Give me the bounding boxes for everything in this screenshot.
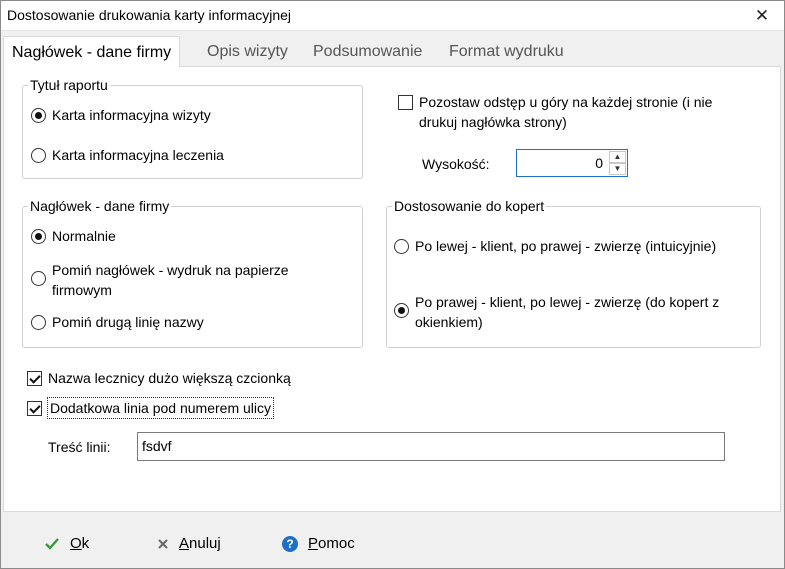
radio-label: Pomiń drugą linię nazwy (52, 314, 204, 330)
close-icon[interactable]: ✕ (752, 6, 772, 26)
spinner-buttons: ▲ ▼ (609, 151, 626, 175)
tab-visit-description[interactable]: Opis wizyty (199, 40, 296, 66)
envelope-legend: Dostosowanie do kopert (392, 198, 547, 214)
cancel-label: Anuluj (179, 535, 221, 552)
checkbox[interactable] (27, 371, 42, 386)
radio-header-skip-second-line[interactable]: Pomiń drugą linię nazwy (31, 312, 204, 332)
report-title-legend: Tytuł raportu (28, 77, 110, 93)
radio-header-normal[interactable]: Normalnie (31, 226, 116, 246)
x-icon (157, 538, 169, 550)
radio-label: Po prawej - klient, po lewej - zwierzę (… (415, 294, 720, 330)
checkbox-label: Dodatkowa linia pod numerem ulicy (47, 397, 274, 419)
radio-report-visit[interactable]: Karta informacyjna wizyty (31, 105, 211, 125)
radio-button[interactable] (31, 271, 46, 286)
radio-button[interactable] (394, 239, 409, 254)
checkbox[interactable] (27, 401, 42, 416)
radio-label: Pomiń nagłówek - wydruk na papierze firm… (52, 262, 289, 298)
tab-summary[interactable]: Podsumowanie (305, 40, 430, 66)
radio-envelope-intuitive[interactable]: Po lewej - klient, po prawej - zwierzę (… (394, 236, 716, 256)
radio-header-skip[interactable]: Pomiń nagłówek - wydruk na papierze firm… (31, 260, 289, 300)
ok-label: Ok (70, 535, 90, 552)
radio-label: Karta informacyjna wizyty (52, 107, 211, 123)
dialog-footer: Ok Anuluj ? Pomoc (0, 521, 785, 569)
radio-button[interactable] (31, 108, 46, 123)
height-label: Wysokość: (422, 156, 490, 172)
radio-report-treatment[interactable]: Karta informacyjna leczenia (31, 145, 224, 165)
line-text-input[interactable]: fsdvf (137, 432, 725, 461)
cancel-button[interactable]: Anuluj (157, 535, 221, 552)
line-text-label: Treść linii: (48, 439, 111, 455)
help-icon: ? (282, 535, 298, 552)
checkbox[interactable] (398, 95, 413, 110)
window-title: Dostosowanie drukowania karty informacyj… (7, 7, 292, 23)
ok-button[interactable]: Ok (44, 535, 89, 552)
spin-down-icon[interactable]: ▼ (609, 163, 626, 175)
height-spinner[interactable]: 0 ▲ ▼ (516, 149, 628, 177)
title-bar: Dostosowanie drukowania karty informacyj… (0, 0, 785, 31)
check-icon (44, 537, 60, 551)
radio-button[interactable] (394, 303, 409, 318)
spin-up-icon[interactable]: ▲ (609, 151, 626, 163)
checkbox-big-clinic-name[interactable]: Nazwa lecznicy dużo większą czcionką (27, 368, 291, 388)
height-value[interactable]: 0 (595, 155, 603, 171)
checkbox-label: Pozostaw odstęp u góry na każdej stronie… (419, 94, 713, 130)
tab-print-format[interactable]: Format wydruku (441, 40, 572, 66)
radio-label: Karta informacyjna leczenia (52, 147, 224, 163)
checkbox-extra-line[interactable]: Dodatkowa linia pod numerem ulicy (27, 397, 274, 419)
radio-envelope-window[interactable]: Po prawej - klient, po lewej - zwierzę (… (394, 292, 719, 332)
checkbox-top-spacing[interactable]: Pozostaw odstęp u góry na każdej stronie… (398, 92, 712, 132)
help-button[interactable]: ? Pomoc (282, 535, 355, 552)
radio-button[interactable] (31, 148, 46, 163)
radio-button[interactable] (31, 229, 46, 244)
company-header-legend: Nagłówek - dane firmy (28, 198, 172, 214)
radio-button[interactable] (31, 315, 46, 330)
tab-company-header[interactable]: Nagłówek - dane firmy (3, 36, 181, 67)
checkbox-label: Nazwa lecznicy dużo większą czcionką (48, 370, 291, 386)
radio-label: Normalnie (52, 228, 116, 244)
radio-label: Po lewej - klient, po prawej - zwierzę (… (415, 238, 717, 254)
help-label: Pomoc (308, 535, 355, 552)
